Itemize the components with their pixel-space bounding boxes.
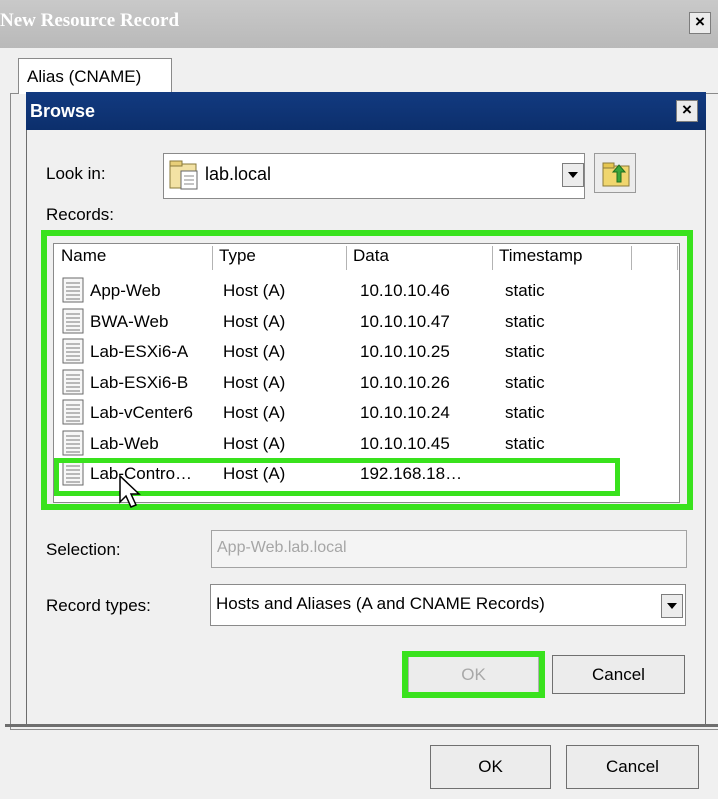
record-types-label: Record types: <box>46 596 151 615</box>
cell-timestamp: static <box>505 312 545 331</box>
window-title: New Resource Record <box>0 10 180 31</box>
browse-cancel-button[interactable]: Cancel <box>552 655 685 694</box>
record-icon <box>62 338 84 364</box>
cancel-button[interactable]: Cancel <box>566 745 699 789</box>
cell-name: Lab-ESXi6-A <box>90 342 189 361</box>
cell-type: Host (A) <box>223 281 286 300</box>
cell-name: Lab-ESXi6-B <box>90 373 189 392</box>
up-folder-button[interactable] <box>594 153 636 193</box>
zone-folder-icon <box>169 160 198 190</box>
cell-type: Host (A) <box>223 464 286 483</box>
selection-field[interactable]: App-Web.lab.local <box>211 530 687 568</box>
cell-type: Host (A) <box>223 403 286 422</box>
browse-close-button[interactable]: × <box>676 100 698 122</box>
browse-titlebar: Browse <box>26 92 706 130</box>
window-close-button[interactable]: × <box>689 12 711 34</box>
look-in-label: Look in: <box>46 164 106 183</box>
tab-alias-cname[interactable]: Alias (CNAME) <box>18 58 172 94</box>
cell-name: Lab-Web <box>90 434 159 453</box>
column-header-type[interactable]: Type <box>213 246 347 270</box>
column-header-name[interactable]: Name <box>55 246 213 270</box>
cell-data: 10.10.10.25 <box>360 342 450 361</box>
cell-timestamp: static <box>505 281 545 300</box>
close-icon: × <box>682 100 692 119</box>
record-icon <box>62 460 84 486</box>
record-icon <box>62 399 84 425</box>
cell-type: Host (A) <box>223 373 286 392</box>
cell-timestamp: static <box>505 373 545 392</box>
column-header-timestamp[interactable]: Timestamp <box>493 246 632 270</box>
ok-button[interactable]: OK <box>430 745 551 789</box>
cell-data: 10.10.10.24 <box>360 403 450 422</box>
record-icon <box>62 369 84 395</box>
cell-name: App-Web <box>90 281 161 300</box>
record-icon <box>62 308 84 334</box>
cell-data: 10.10.10.47 <box>360 312 450 331</box>
cell-timestamp: static <box>505 434 545 453</box>
window-titlebar: New Resource Record <box>0 0 718 48</box>
record-types-dropdown-arrow[interactable] <box>661 594 683 618</box>
cell-data: 10.10.10.26 <box>360 373 450 392</box>
cell-name: Lab-vCenter6 <box>90 403 194 422</box>
cell-type: Host (A) <box>223 434 286 453</box>
up-folder-icon <box>602 162 630 187</box>
cell-data: 10.10.10.45 <box>360 434 450 453</box>
browse-ok-button[interactable]: OK <box>408 655 539 694</box>
browse-title: Browse <box>30 101 96 121</box>
selection-label: Selection: <box>46 540 121 559</box>
cell-timestamp: static <box>505 342 545 361</box>
look-in-dropdown-arrow[interactable] <box>562 163 584 187</box>
close-icon: × <box>695 12 705 31</box>
record-types-combo[interactable]: Hosts and Aliases (A and CNAME Records) <box>210 584 686 626</box>
column-header-data[interactable]: Data <box>347 246 493 270</box>
tab-label: Alias (CNAME) <box>27 67 142 86</box>
record-icon <box>62 430 84 456</box>
tab-panel-divider <box>5 724 718 727</box>
cell-name: BWA-Web <box>90 312 169 331</box>
cell-timestamp: static <box>505 403 545 422</box>
records-label: Records: <box>46 205 115 224</box>
cell-data: 10.10.10.46 <box>360 281 450 300</box>
cell-type: Host (A) <box>223 312 286 331</box>
record-icon <box>62 277 84 303</box>
cell-data: 192.168.18… <box>360 464 463 483</box>
look-in-value: lab.local <box>205 164 272 184</box>
column-header-extra[interactable] <box>632 246 678 270</box>
cell-type: Host (A) <box>223 342 286 361</box>
cell-name: Lab-Contro… <box>90 464 193 483</box>
